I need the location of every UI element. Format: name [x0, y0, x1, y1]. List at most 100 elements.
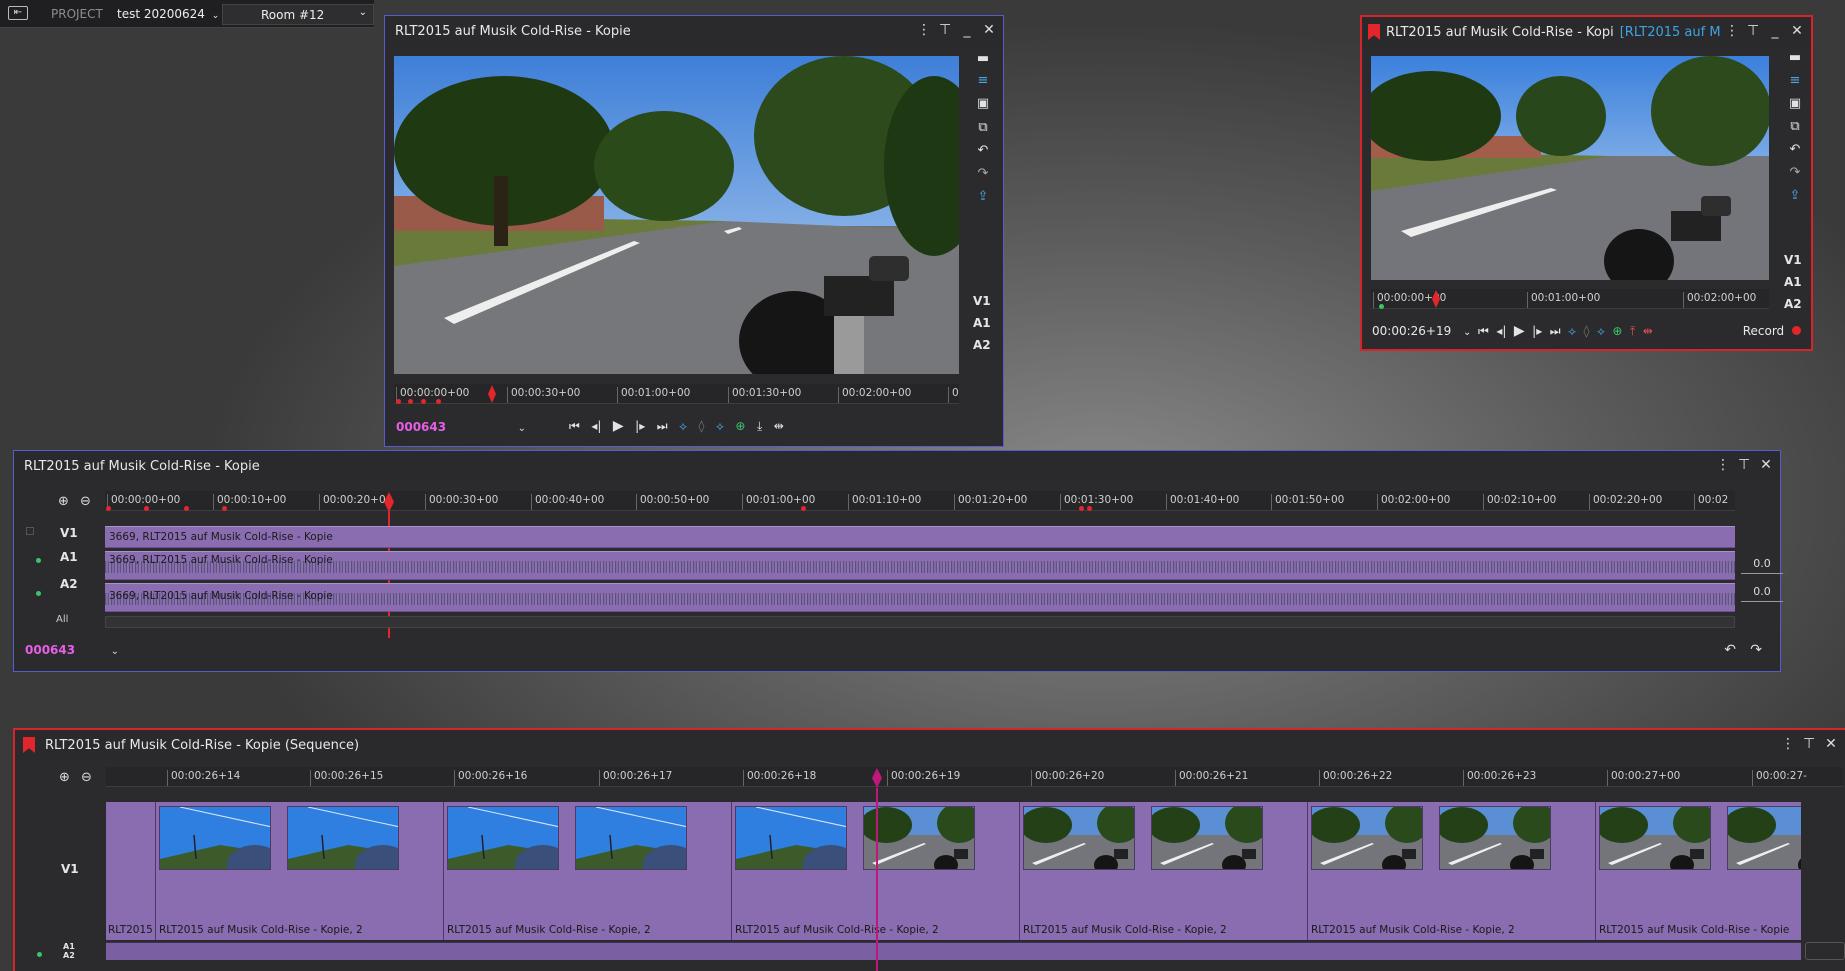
mark-out-icon[interactable]: ⟡ — [716, 419, 724, 434]
marker[interactable] — [106, 506, 111, 511]
clip-a1[interactable]: 3669, RLT2015 auf Musik Cold-Rise - Kopi… — [105, 551, 1735, 580]
pin-icon[interactable]: ⊤ — [939, 22, 951, 38]
chevron-down-icon[interactable]: ⌄ — [518, 423, 526, 434]
mark-out-icon[interactable]: ⟡ — [1597, 324, 1605, 339]
undo-icon[interactable]: ↶ — [1786, 141, 1804, 157]
mark-clip-icon[interactable]: ◊ — [1584, 324, 1590, 338]
track-v1-label[interactable]: V1 — [60, 526, 78, 540]
track-v1-label[interactable]: V1 — [973, 294, 991, 308]
track-enable-toggle[interactable] — [26, 527, 34, 535]
insert-icon[interactable]: ⤓ — [757, 419, 762, 434]
sequence-scroll-area[interactable] — [1805, 942, 1845, 960]
list-icon[interactable]: ≡ — [1786, 72, 1804, 88]
all-tracks-label[interactable]: All — [56, 614, 68, 625]
marker[interactable] — [184, 506, 189, 511]
go-end-icon[interactable]: ⏭ — [1550, 324, 1561, 339]
track-a2-label[interactable]: A2 — [63, 951, 75, 960]
track-a1-label[interactable]: A1 — [973, 316, 991, 330]
upload-icon[interactable]: ⇪ — [974, 188, 992, 204]
mark-clip-icon[interactable]: ◊ — [699, 419, 705, 433]
track-a2-label[interactable]: A2 — [973, 338, 991, 352]
marker[interactable] — [144, 506, 149, 511]
undo-icon[interactable]: ↶ — [1724, 642, 1736, 658]
redo-icon[interactable]: ↷ — [1786, 164, 1804, 180]
redo-icon[interactable]: ↷ — [974, 165, 992, 181]
record-timecode[interactable]: 00:00:26+19 ⌄ — [1372, 324, 1471, 338]
close-icon[interactable]: ✕ — [1760, 457, 1772, 473]
more-icon[interactable]: ⋮ — [1716, 457, 1730, 473]
step-forward-icon[interactable]: |▸ — [1532, 324, 1542, 338]
source-video-frame[interactable] — [394, 56, 959, 374]
a1-level-field[interactable]: 0.0 — [1741, 554, 1783, 574]
track-v1-label[interactable]: V1 — [61, 862, 79, 876]
marker[interactable] — [408, 399, 413, 404]
chevron-down-icon[interactable]: ⌄ — [1463, 327, 1471, 338]
folder-icon[interactable]: ▬ — [1786, 49, 1804, 65]
undo-icon[interactable]: ↶ — [974, 142, 992, 158]
project-name-dropdown[interactable]: test 20200624 ⌄ — [117, 7, 219, 21]
track-a1-label[interactable]: A1 — [63, 942, 75, 951]
overwrite-icon[interactable]: ⧉ — [1786, 118, 1804, 134]
sequence-v1-track[interactable]: RLT2015 RLT2015 auf Musik Cold-Rise - Ko… — [106, 802, 1801, 940]
close-icon[interactable]: ✕ — [1825, 736, 1837, 752]
track-a1-label[interactable]: A1 — [1784, 275, 1802, 289]
close-icon[interactable]: ✕ — [1791, 23, 1803, 39]
marker[interactable] — [1087, 506, 1092, 511]
go-start-icon[interactable]: ⏮ — [1478, 324, 1489, 339]
step-back-icon[interactable]: ◂| — [1496, 324, 1506, 338]
upload-icon[interactable]: ⇪ — [1786, 187, 1804, 203]
playhead-marker[interactable] — [488, 385, 496, 403]
minimize-icon[interactable]: _ — [961, 22, 973, 38]
marker[interactable] — [801, 506, 806, 511]
marker[interactable] — [396, 399, 401, 404]
minimize-icon[interactable]: _ — [1769, 23, 1781, 39]
chevron-down-icon[interactable]: ⌄ — [111, 646, 119, 657]
more-icon[interactable]: ⋮ — [917, 22, 931, 38]
clip-timeline-timecode[interactable]: 000643 ⌄ — [25, 643, 119, 657]
go-end-icon[interactable]: ⏭ — [657, 419, 668, 434]
zoom-in-icon[interactable]: ⊕ — [58, 494, 69, 509]
track-a2-label[interactable]: A2 — [60, 577, 78, 591]
marker[interactable] — [436, 399, 441, 404]
clip-timeline-ruler[interactable]: 00:00:00+00 00:00:10+00 00:00:20+00 00:0… — [105, 491, 1735, 511]
pin-icon[interactable]: ⊤ — [1738, 457, 1750, 473]
marker[interactable] — [1379, 304, 1384, 309]
add-marker-icon[interactable]: ⊕ — [1612, 324, 1622, 338]
mark-in-icon[interactable]: ⟡ — [1568, 324, 1576, 339]
go-start-icon[interactable]: ⏮ — [569, 419, 580, 434]
add-marker-icon[interactable]: ⊕ — [735, 419, 745, 433]
close-icon[interactable]: ✕ — [983, 22, 995, 38]
source-timecode[interactable]: 000643 ⌄ — [396, 420, 526, 434]
replace-icon[interactable]: ⇹ — [774, 419, 784, 433]
list-icon[interactable]: ≡ — [974, 72, 992, 88]
marker[interactable] — [1079, 506, 1084, 511]
mark-in-icon[interactable]: ⟡ — [679, 419, 687, 434]
a2-level-field[interactable]: 0.0 — [1741, 582, 1783, 602]
room-dropdown[interactable]: Room #12 ⌄ — [222, 4, 374, 25]
clip-v1[interactable]: 3669, RLT2015 auf Musik Cold-Rise - Kopi… — [105, 526, 1735, 548]
folder-icon[interactable]: ▬ — [974, 50, 992, 66]
extract-icon[interactable]: ⇹ — [1643, 324, 1653, 338]
record-ruler[interactable]: 00:00:00+00 00:01:00+00 00:02:00+00 — [1371, 289, 1769, 309]
frame-icon[interactable]: ▣ — [974, 95, 992, 111]
more-icon[interactable]: ⋮ — [1725, 23, 1739, 39]
marker[interactable] — [421, 399, 426, 404]
record-button[interactable]: Record — [1743, 324, 1801, 338]
lift-icon[interactable]: ⤒ — [1630, 324, 1635, 339]
track-active-dot[interactable] — [37, 952, 42, 957]
zoom-in-icon[interactable]: ⊕ — [59, 770, 70, 785]
play-icon[interactable]: ▶ — [1514, 323, 1525, 339]
zoom-out-icon[interactable]: ⊖ — [81, 770, 92, 785]
marker[interactable] — [222, 506, 227, 511]
frame-icon[interactable]: ▣ — [1786, 95, 1804, 111]
all-track-bar[interactable] — [105, 616, 1735, 628]
overwrite-icon[interactable]: ⧉ — [974, 119, 992, 135]
sequence-ruler[interactable]: 00:00:26+14 00:00:26+15 00:00:26+16 00:0… — [106, 767, 1843, 787]
step-back-icon[interactable]: ◂| — [591, 419, 601, 433]
redo-icon[interactable]: ↷ — [1750, 642, 1762, 658]
step-forward-icon[interactable]: |▸ — [635, 419, 645, 433]
sequence-audio-track[interactable] — [106, 942, 1801, 960]
play-icon[interactable]: ▶ — [613, 418, 624, 434]
clip-a2[interactable]: 3669, RLT2015 auf Musik Cold-Rise - Kopi… — [105, 583, 1735, 612]
track-a2-label[interactable]: A2 — [1784, 297, 1802, 311]
